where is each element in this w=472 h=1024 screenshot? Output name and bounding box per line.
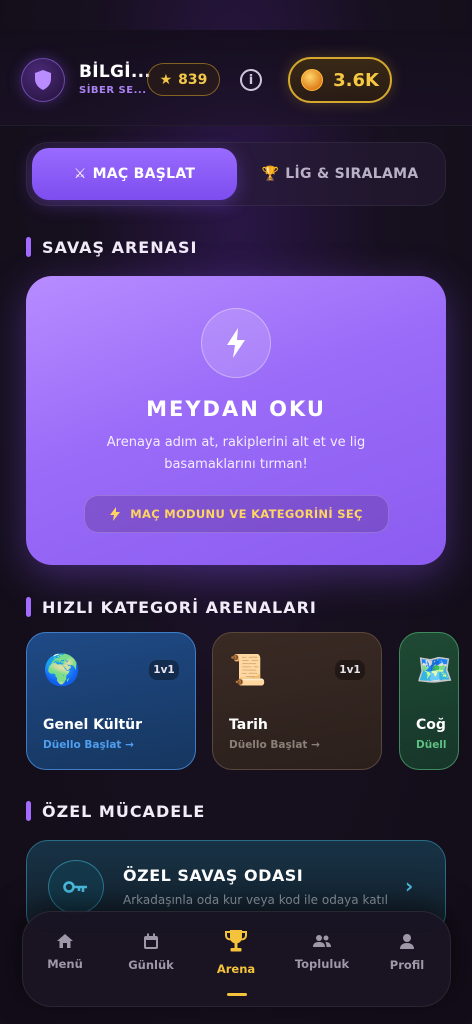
lightning-icon	[201, 308, 271, 378]
challenge-title: MEYDAN OKU	[146, 397, 326, 421]
nav-label: Günlük	[128, 958, 174, 972]
nav-item-menu[interactable]: Menü	[25, 933, 105, 971]
category-name: Tarih	[229, 717, 268, 733]
username: BİLGİ...	[79, 62, 152, 82]
nav-label: Profil	[389, 958, 425, 972]
person-icon	[400, 934, 414, 949]
top-bar	[0, 30, 472, 126]
trophy-icon: 🏆	[261, 166, 280, 182]
info-icon[interactable]: i	[240, 69, 262, 91]
duel-start-link[interactable]: Düello Başlat →	[229, 739, 320, 751]
section-label: SAVAŞ ARENASI	[42, 237, 198, 257]
category-card-history[interactable]: 📜 1v1 Tarih Düello Başlat →	[212, 632, 382, 770]
category-card-general[interactable]: 🌍 1v1 Genel Kültür Düello Başlat →	[26, 632, 196, 770]
section-label: ÖZEL MÜCADELE	[42, 801, 206, 821]
coins-count: 3.6K	[333, 69, 379, 91]
category-name: Coğ	[416, 717, 446, 733]
duel-start-link[interactable]: Düell	[416, 739, 447, 751]
nav-item-profile[interactable]: Profil	[367, 933, 447, 972]
crossed-swords-icon: ⚔	[73, 166, 87, 182]
mode-badge: 1v1	[335, 660, 365, 680]
section-bar	[26, 597, 31, 617]
chevron-right-icon: ›	[405, 874, 414, 898]
map-icon: 🗺️	[416, 653, 454, 688]
section-bar	[26, 237, 31, 257]
private-room-title: ÖZEL SAVAŞ ODASI	[123, 866, 304, 885]
nav-item-arena[interactable]: Arena	[196, 928, 276, 976]
star-icon: ★	[159, 71, 173, 88]
tab-start-match[interactable]: ⚔ MAÇ BAŞLAT	[32, 148, 237, 200]
stars-count: 839	[178, 71, 208, 88]
shield-icon	[35, 70, 51, 90]
globe-icon: 🌍	[43, 653, 81, 688]
tab-label: LİG & SIRALAMA	[285, 166, 419, 182]
section-title-quick: HIZLI KATEGORİ ARENALARI	[26, 596, 317, 618]
coins-badge[interactable]: 3.6K	[288, 57, 392, 103]
select-mode-button[interactable]: MAÇ MODUNU VE KATEGORİNİ SEÇ	[84, 495, 389, 533]
tab-label: MAÇ BAŞLAT	[92, 166, 196, 182]
active-indicator	[227, 993, 247, 996]
people-icon	[313, 935, 331, 947]
category-name: Genel Kültür	[43, 717, 143, 733]
nav-label: Arena	[216, 962, 256, 976]
select-mode-label: MAÇ MODUNU VE KATEGORİNİ SEÇ	[130, 507, 363, 521]
nav-label: Menü	[47, 957, 83, 971]
key-icon	[48, 860, 104, 914]
challenge-desc-line: Arenaya adım at, rakiplerini alt et ve l…	[106, 435, 366, 450]
tab-league-ranking[interactable]: 🏆 LİG & SIRALAMA	[240, 148, 440, 200]
nav-item-daily[interactable]: Günlük	[111, 933, 191, 972]
challenge-description: Arenaya adım at, rakiplerini alt et ve l…	[66, 432, 406, 476]
calendar-icon	[144, 933, 158, 949]
duel-start-link[interactable]: Düello Başlat →	[43, 739, 134, 751]
section-label: HIZLI KATEGORİ ARENALARI	[42, 597, 317, 617]
stars-badge[interactable]: ★ 839	[147, 63, 220, 96]
avatar[interactable]	[21, 58, 65, 102]
section-title-arena: SAVAŞ ARENASI	[26, 236, 197, 258]
section-title-special: ÖZEL MÜCADELE	[26, 800, 205, 822]
nav-label: Topluluk	[294, 957, 350, 971]
nav-item-community[interactable]: Topluluk	[282, 933, 362, 971]
user-rank: SİBER SE...	[79, 85, 147, 96]
scroll-icon: 📜	[229, 653, 267, 688]
lightning-icon	[110, 507, 121, 521]
mode-badge: 1v1	[149, 660, 179, 680]
coin-icon	[301, 69, 324, 91]
trophy-icon	[225, 930, 247, 952]
section-bar	[26, 801, 31, 821]
home-icon	[57, 934, 73, 948]
category-card-geography[interactable]: 🗺️ Coğ Düell	[399, 632, 459, 770]
challenge-desc-line: basamaklarını tırman!	[164, 457, 308, 472]
private-room-subtitle: Arkadaşınla oda kur veya kod ile odaya k…	[123, 893, 388, 907]
